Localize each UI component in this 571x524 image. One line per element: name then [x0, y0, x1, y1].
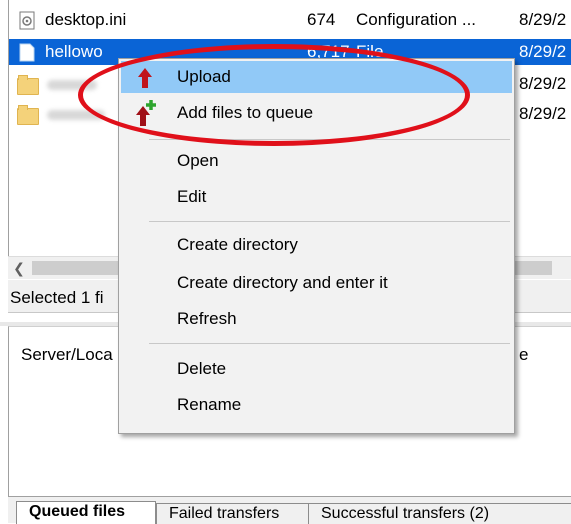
- add-to-queue-icon: [136, 100, 156, 126]
- queue-column-server[interactable]: Server/Loca: [21, 345, 113, 365]
- menu-label: Create directory: [177, 235, 298, 254]
- menu-label: Delete: [177, 359, 227, 378]
- menu-label: Rename: [177, 395, 242, 414]
- file-icon: [19, 43, 35, 62]
- menu-item-add-to-queue[interactable]: Add files to queue: [121, 97, 512, 129]
- file-size: 674: [307, 10, 336, 29]
- menu-item-create-directory[interactable]: Create directory: [121, 229, 512, 261]
- context-menu: Upload Add files to queue Open Edit Crea…: [118, 58, 515, 434]
- menu-label: Upload: [177, 67, 231, 86]
- queue-column-partial[interactable]: e: [519, 345, 528, 365]
- menu-item-upload[interactable]: Upload: [121, 61, 512, 93]
- folder-icon: [17, 75, 39, 95]
- blurred-name: [47, 110, 105, 120]
- menu-item-open[interactable]: Open: [121, 145, 512, 177]
- menu-label: Add files to queue: [177, 103, 314, 122]
- menu-item-create-directory-enter[interactable]: Create directory and enter it: [121, 267, 512, 299]
- menu-label: Edit: [177, 187, 207, 206]
- scroll-left-arrow-icon[interactable]: ❮: [8, 257, 30, 279]
- file-name: hellowo: [45, 42, 103, 61]
- blurred-name: [47, 80, 97, 90]
- upload-arrow-icon: [138, 68, 152, 88]
- menu-item-refresh[interactable]: Refresh: [121, 303, 512, 335]
- file-type: Configuration ...: [356, 10, 477, 29]
- config-file-icon: [19, 11, 35, 30]
- menu-separator: [149, 139, 510, 140]
- status-text: Selected 1 fi: [10, 288, 104, 307]
- file-date: 8/29/2: [519, 74, 567, 93]
- file-date: 8/29/2: [519, 10, 567, 29]
- file-date: 8/29/2: [519, 42, 567, 61]
- tab-successful-transfers[interactable]: Successful transfers (2): [308, 503, 571, 524]
- menu-label: Open: [177, 151, 219, 170]
- menu-separator: [149, 221, 510, 222]
- menu-item-delete[interactable]: Delete: [121, 353, 512, 385]
- menu-item-rename[interactable]: Rename: [121, 389, 512, 421]
- file-name: desktop.ini: [45, 10, 127, 29]
- menu-label: Refresh: [177, 309, 237, 328]
- tab-failed-transfers[interactable]: Failed transfers: [156, 503, 310, 524]
- menu-item-edit[interactable]: Edit: [121, 181, 512, 213]
- menu-separator: [149, 343, 510, 344]
- file-row[interactable]: desktop.ini 674 Configuration ... 8/29/2: [9, 7, 571, 33]
- queue-tabs: Queued files Failed transfers Successful…: [8, 496, 571, 524]
- file-date: 8/29/2: [519, 104, 567, 123]
- menu-label: Create directory and enter it: [177, 273, 388, 292]
- folder-icon: [17, 105, 39, 125]
- tab-queued-files[interactable]: Queued files: [16, 501, 156, 524]
